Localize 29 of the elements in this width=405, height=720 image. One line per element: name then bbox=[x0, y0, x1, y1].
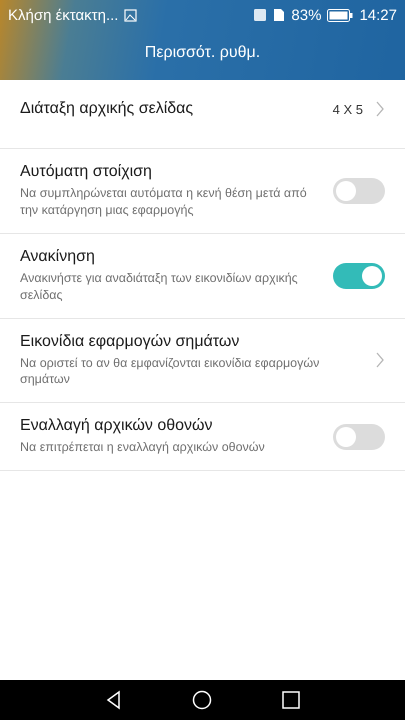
setting-title: Ανακίνηση bbox=[20, 248, 96, 266]
setting-description: Ανακινήστε για αναδιάταξη των εικονιδίων αρχικής σελίδας bbox=[20, 270, 299, 304]
settings-row[interactable]: Αυτόματη στοίχιση Να συμπληρώνεται αυτόματα η κενή θέση μετά από την κατάργηση μιας εφαρμογής bbox=[0, 149, 405, 234]
chevron-icon bbox=[375, 100, 385, 118]
sim-icon bbox=[273, 8, 286, 22]
toggle-switch[interactable] bbox=[333, 178, 385, 204]
recents-icon[interactable] bbox=[280, 690, 301, 710]
screen-title: Περισσότ. ρυθμ. bbox=[144, 44, 260, 62]
setting-title: Εναλλαγή αρχικών οθονών bbox=[20, 417, 214, 436]
settings-row[interactable]: Διάταξη αρχικής σελίδας 4 X 5 bbox=[0, 80, 405, 149]
setting-title: Διάταξη αρχικής σελίδας bbox=[20, 100, 194, 118]
battery-percent: 83% bbox=[291, 6, 322, 24]
battery-icon bbox=[327, 8, 354, 22]
notification-text: Κλήση έκτακτη... bbox=[8, 6, 118, 24]
chevron-icon bbox=[375, 351, 385, 370]
setting-description: Να οριστεί το αν θα εμφανίζονται εικονίδια εφαρμογών σημάτων bbox=[20, 354, 320, 388]
setting-title: Εικονίδια εφαρμογών σημάτων bbox=[20, 332, 240, 350]
clock: 14:27 bbox=[359, 6, 397, 24]
settings-row[interactable]: Εναλλαγή αρχικών οθονών Να επιτρέπεται η εναλλαγή αρχικών οθονών bbox=[0, 403, 405, 472]
settings-row[interactable]: Εικονίδια εφαρμογών σημάτων Να οριστεί το αν θα εμφανίζονται εικονίδια εφαρμογών σημάτων bbox=[0, 318, 405, 404]
toggle-switch[interactable] bbox=[333, 424, 385, 450]
toggle-switch[interactable] bbox=[333, 262, 385, 289]
setting-title: Αυτόματη στοίχιση bbox=[20, 163, 153, 181]
setting-value: 4 X 5 bbox=[332, 102, 363, 116]
image-icon bbox=[124, 8, 138, 22]
setting-description: Να επιτρέπεται η εναλλαγή αρχικών οθονών bbox=[20, 439, 266, 456]
home-icon[interactable] bbox=[192, 690, 212, 710]
setting-description: Να συμπληρώνεται αυτόματα η κενή θέση μετά από την κατάργηση μιας εφαρμογής bbox=[20, 185, 308, 219]
settings-row[interactable]: Ανακίνηση Ανακινήστε για αναδιάταξη των εικονιδίων αρχικής σελίδας bbox=[0, 234, 405, 318]
